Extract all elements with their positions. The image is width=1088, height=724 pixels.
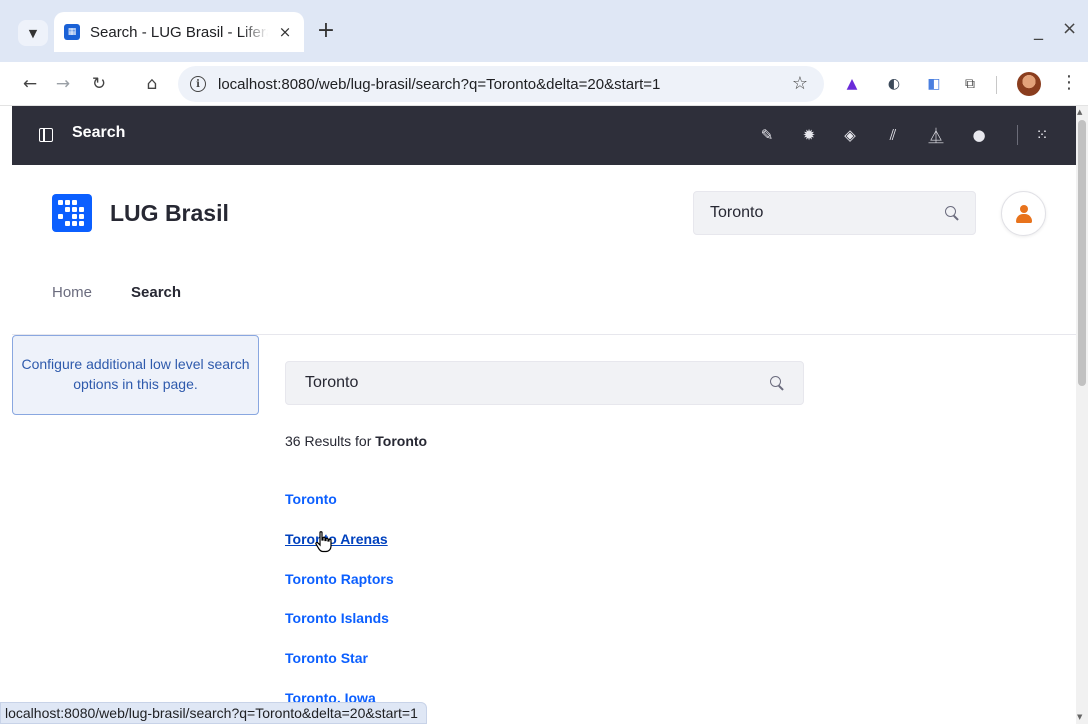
reload-icon: ↻ <box>91 74 107 94</box>
control-menu-title: Search <box>72 124 126 141</box>
browser-toolbar: ← → ↻ ⌂ i localhost:8080/web/lug-brasil/… <box>0 62 1088 106</box>
apps-grid-icon[interactable]: ⁙ <box>1031 124 1053 146</box>
extension-icon[interactable]: ◐ <box>884 74 904 94</box>
nav-item-home[interactable]: Home <box>52 284 92 301</box>
extensions-puzzle-icon[interactable]: ⧉ <box>960 74 980 94</box>
search-result-link[interactable]: Toronto Raptors <box>285 571 394 587</box>
header-search-bar[interactable] <box>693 191 976 235</box>
hand-cursor-icon <box>315 531 332 553</box>
home-icon: ⌂ <box>146 74 158 94</box>
browser-profile-avatar[interactable] <box>1017 72 1041 96</box>
site-name[interactable]: LUG Brasil <box>110 200 229 227</box>
control-menu: Search ✎ ✹ ◈ ⫽ ⏅ ● ⁙ <box>12 106 1076 165</box>
scrollbar-thumb[interactable] <box>1078 120 1086 386</box>
info-icon[interactable]: ● <box>968 124 990 146</box>
window-minimize-button[interactable]: _ <box>1034 20 1043 41</box>
main-search-bar[interactable] <box>285 361 804 405</box>
user-avatar-button[interactable] <box>1001 191 1046 236</box>
bookmark-star-icon[interactable]: ☆ <box>792 73 808 94</box>
search-icon[interactable] <box>770 376 784 390</box>
analytics-icon[interactable]: ⫽ <box>882 124 904 146</box>
liferay-favicon-icon: ▦ <box>64 24 80 40</box>
address-bar[interactable]: i localhost:8080/web/lug-brasil/search?q… <box>178 66 824 102</box>
tab-search-dropdown-button[interactable]: ▼ <box>18 20 48 46</box>
main-search-input[interactable] <box>305 374 770 392</box>
browser-tab-bar: ▼ ▦ Search - LUG Brasil - Liferay × + _ … <box>0 0 1088 62</box>
search-result-link[interactable]: Toronto <box>285 491 337 507</box>
reload-button[interactable]: ↻ <box>85 70 113 98</box>
user-icon <box>1015 204 1032 223</box>
pencil-icon[interactable]: ✎ <box>756 124 778 146</box>
toolbar-divider <box>996 76 997 94</box>
back-button[interactable]: ← <box>16 70 44 98</box>
flask-icon[interactable]: ⏅ <box>925 124 947 146</box>
site-info-icon[interactable]: i <box>190 76 206 92</box>
chevron-down-icon: ▼ <box>28 26 38 40</box>
browser-tab[interactable]: ▦ Search - LUG Brasil - Liferay × <box>54 12 304 52</box>
translate-extension-icon[interactable]: ◧ <box>924 74 944 94</box>
window-close-button[interactable]: × <box>1062 18 1077 39</box>
scroll-up-arrow-icon[interactable]: ▲ <box>1077 108 1082 116</box>
gear-icon[interactable]: ✹ <box>798 124 820 146</box>
search-icon[interactable] <box>945 206 959 220</box>
control-menu-divider <box>1017 125 1018 145</box>
browser-menu-icon[interactable]: ⋮ <box>1060 72 1078 93</box>
arrow-left-icon: ← <box>22 74 38 94</box>
tab-title: Search - LUG Brasil - Liferay <box>90 23 268 41</box>
nav-item-search[interactable]: Search <box>131 284 181 301</box>
search-result-link[interactable]: Toronto Arenas <box>285 531 388 547</box>
extension-icon[interactable]: ▲ <box>842 74 862 94</box>
globe-icon[interactable]: ◈ <box>839 124 861 146</box>
search-result-link[interactable]: Toronto Islands <box>285 610 389 626</box>
results-count-term: Toronto <box>375 433 428 449</box>
link-status-bar: localhost:8080/web/lug-brasil/search?q=T… <box>0 702 427 724</box>
results-count-prefix: 36 Results for <box>285 433 372 449</box>
arrow-right-icon: → <box>55 74 71 94</box>
header-search-input[interactable] <box>710 204 945 222</box>
site-logo[interactable] <box>52 194 92 232</box>
home-button[interactable]: ⌂ <box>138 70 166 98</box>
new-tab-button[interactable]: + <box>316 18 336 43</box>
product-menu-toggle-icon[interactable] <box>39 128 53 142</box>
search-options-info-box: Configure additional low level search op… <box>12 335 259 415</box>
tab-close-button[interactable]: × <box>276 23 294 41</box>
forward-button[interactable]: → <box>49 70 77 98</box>
search-result-link[interactable]: Toronto Star <box>285 650 368 666</box>
info-box-text: Configure additional low level search op… <box>21 356 250 392</box>
scroll-down-arrow-icon[interactable]: ▼ <box>1077 713 1082 721</box>
address-bar-url[interactable]: localhost:8080/web/lug-brasil/search?q=T… <box>218 76 660 93</box>
results-count: 36 Results for Toronto <box>285 433 427 449</box>
